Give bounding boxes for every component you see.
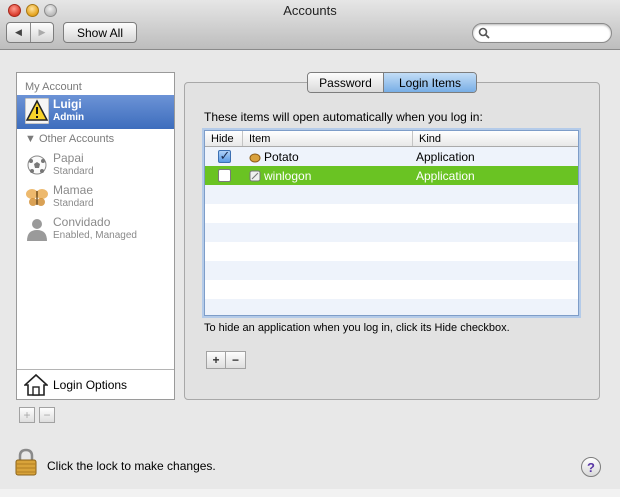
- hide-cell: [205, 148, 243, 164]
- window-bottom-edge: [0, 489, 620, 497]
- lock-message: Click the lock to make changes.: [47, 459, 216, 473]
- help-button[interactable]: ?: [581, 457, 601, 477]
- hide-checkbox[interactable]: [217, 169, 231, 182]
- login-items-table: Hide Item Kind Potato Application winlog…: [204, 130, 579, 316]
- my-account-header: My Account: [25, 81, 82, 93]
- item-cell: Potato: [243, 150, 413, 164]
- login-options-label: Login Options: [53, 378, 128, 392]
- search-input[interactable]: [493, 26, 603, 40]
- column-header-item[interactable]: Item: [243, 131, 413, 146]
- add-account-button[interactable]: +: [19, 407, 35, 423]
- item-name: Potato: [264, 149, 299, 164]
- empty-row: [205, 280, 578, 299]
- soccer-ball-icon: [27, 155, 47, 175]
- hide-hint-text: To hide an application when you log in, …: [204, 322, 510, 334]
- accounts-list: My Account Luigi Admin ▼ Other Accounts …: [16, 72, 175, 400]
- account-item-luigi[interactable]: Luigi Admin: [17, 95, 174, 129]
- show-all-button[interactable]: Show All: [63, 22, 137, 43]
- table-row[interactable]: Potato Application: [205, 147, 578, 166]
- app-icon: [249, 170, 261, 181]
- account-role: Standard: [53, 166, 94, 177]
- hide-cell: [205, 169, 243, 182]
- table-header: Hide Item Kind: [205, 131, 578, 147]
- potato-icon: [249, 153, 261, 162]
- item-kind: Application: [416, 149, 475, 164]
- search-icon: [478, 27, 490, 39]
- account-role: Standard: [53, 198, 94, 209]
- forward-button[interactable]: ▶: [29, 23, 53, 42]
- tab-login-items[interactable]: Login Items: [384, 73, 476, 92]
- account-role: Enabled, Managed: [53, 230, 137, 241]
- login-options-item[interactable]: Login Options: [17, 369, 174, 400]
- search-field[interactable]: [472, 23, 612, 43]
- remove-login-item-button[interactable]: −: [226, 351, 246, 369]
- house-icon: [24, 373, 48, 396]
- tab-bar: Password Login Items: [307, 72, 477, 93]
- disclosure-triangle-icon: ▼: [25, 133, 39, 145]
- account-name: Papai: [53, 151, 84, 165]
- column-header-kind[interactable]: Kind: [413, 131, 578, 146]
- account-name: Luigi: [53, 97, 82, 111]
- warning-icon: [25, 98, 49, 124]
- other-accounts-label: Other Accounts: [38, 133, 115, 145]
- account-item-papai[interactable]: Papai Standard: [17, 149, 174, 181]
- person-silhouette-icon: [27, 219, 47, 241]
- tab-password[interactable]: Password: [308, 73, 384, 92]
- item-kind: Application: [416, 168, 475, 183]
- title-bar: Accounts ◀ ▶ Show All: [0, 0, 620, 50]
- empty-row: [205, 242, 578, 261]
- butterfly-icon: [26, 189, 48, 206]
- window-title: Accounts: [283, 3, 337, 18]
- account-name: Mamae: [53, 183, 94, 197]
- table-body: Potato Application winlogon Application: [205, 147, 578, 315]
- empty-row: [205, 223, 578, 242]
- account-role: Admin: [53, 112, 85, 123]
- login-items-intro: These items will open automatically when…: [204, 110, 483, 124]
- empty-row: [205, 299, 578, 315]
- other-accounts-header[interactable]: ▼ Other Accounts: [17, 131, 114, 147]
- remove-account-button[interactable]: −: [39, 407, 55, 423]
- hide-checkbox[interactable]: [217, 148, 231, 164]
- table-row[interactable]: winlogon Application: [205, 166, 578, 185]
- empty-row: [205, 185, 578, 204]
- account-item-mamae[interactable]: Mamae Standard: [17, 181, 174, 213]
- empty-row: [205, 261, 578, 280]
- back-forward-group: ◀ ▶: [6, 22, 54, 43]
- item-name: winlogon: [264, 168, 312, 183]
- account-name: Convidado: [53, 215, 111, 229]
- add-login-item-button[interactable]: +: [206, 351, 226, 369]
- item-cell: winlogon: [243, 169, 413, 183]
- back-button[interactable]: ◀: [7, 23, 30, 42]
- column-header-hide[interactable]: Hide: [205, 131, 243, 146]
- empty-row: [205, 204, 578, 223]
- lock-icon[interactable]: [14, 448, 38, 476]
- account-item-convidado[interactable]: Convidado Enabled, Managed: [17, 213, 174, 245]
